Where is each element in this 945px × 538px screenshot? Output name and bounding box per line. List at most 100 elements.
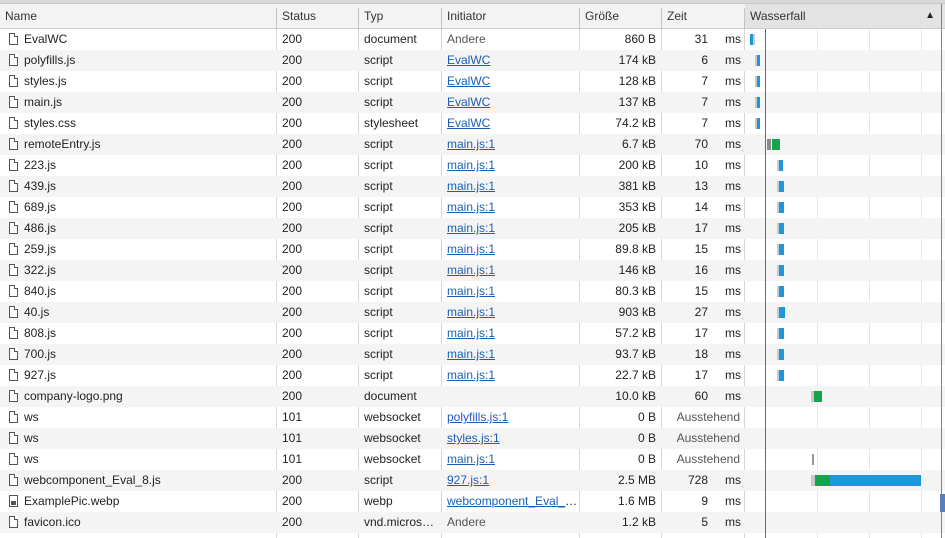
table-row[interactable]: ws 101 websocket polyfills.js:1 0 B Ausstehen… bbox=[0, 407, 945, 428]
request-status: 200 bbox=[282, 116, 303, 130]
request-type: script bbox=[364, 305, 393, 319]
initiator-link[interactable]: EvalWC bbox=[447, 53, 490, 67]
request-name[interactable]: EvalWC bbox=[0, 29, 276, 50]
request-type: script bbox=[364, 347, 393, 361]
request-name[interactable]: 486.js bbox=[0, 218, 276, 239]
table-row[interactable]: favicon.ico 200 vnd.microsoft.icon Andere 1.… bbox=[0, 512, 945, 533]
waterfall-bar bbox=[814, 391, 822, 402]
table-row[interactable]: 927.js 200 script main.js:1 22.7 kB 17 ms bbox=[0, 365, 945, 386]
request-time-pending: Ausstehend bbox=[676, 431, 740, 445]
initiator-link[interactable]: main.js:1 bbox=[447, 452, 495, 466]
table-row[interactable]: 700.js 200 script main.js:1 93.7 kB 18 ms bbox=[0, 344, 945, 365]
table-row[interactable]: 259.js 200 script main.js:1 89.8 kB 15 ms bbox=[0, 239, 945, 260]
request-name[interactable]: ExamplePic.webp bbox=[0, 491, 276, 512]
waterfall-bar bbox=[779, 307, 785, 318]
request-name[interactable]: ws bbox=[0, 407, 276, 428]
request-name[interactable]: 808.js bbox=[0, 323, 276, 344]
initiator-link[interactable]: EvalWC bbox=[447, 116, 490, 130]
column-header-name[interactable]: Name bbox=[0, 4, 276, 28]
request-name[interactable]: remoteEntry.js bbox=[0, 134, 276, 155]
initiator-link[interactable]: main.js:1 bbox=[447, 347, 495, 361]
request-type: script bbox=[364, 53, 393, 67]
table-row[interactable]: company-logo.png 200 document 10.0 kB 60 ms bbox=[0, 386, 945, 407]
request-name[interactable]: styles.css bbox=[0, 113, 276, 134]
initiator-text: Andere bbox=[447, 32, 486, 46]
initiator-link[interactable]: main.js:1 bbox=[447, 284, 495, 298]
initiator-link[interactable]: main.js:1 bbox=[447, 326, 495, 340]
table-row[interactable]: remoteEntry.js 200 script main.js:1 6.7 kB 70… bbox=[0, 134, 945, 155]
table-row[interactable]: 322.js 200 script main.js:1 146 kB 16 ms bbox=[0, 260, 945, 281]
initiator-link[interactable]: main.js:1 bbox=[447, 305, 495, 319]
initiator-link[interactable]: main.js:1 bbox=[447, 179, 495, 193]
request-name[interactable]: 840.js bbox=[0, 281, 276, 302]
request-name[interactable]: webcomponent_Eval_8.js bbox=[0, 470, 276, 491]
table-row[interactable]: styles.js 200 script EvalWC 128 kB 7 ms bbox=[0, 71, 945, 92]
column-header-size[interactable]: Größe bbox=[580, 4, 660, 28]
initiator-link[interactable]: main.js:1 bbox=[447, 221, 495, 235]
initiator-link[interactable]: main.js:1 bbox=[447, 158, 495, 172]
initiator-link[interactable]: main.js:1 bbox=[447, 368, 495, 382]
request-status: 200 bbox=[282, 179, 303, 193]
request-name[interactable]: 689.js bbox=[0, 197, 276, 218]
request-time-value: 10 bbox=[694, 158, 708, 172]
request-initiator: webcomponent_Eval_8.js:1 bbox=[442, 491, 578, 512]
initiator-link[interactable]: EvalWC bbox=[447, 95, 490, 109]
request-name[interactable]: 40.js bbox=[0, 302, 276, 323]
request-name[interactable]: 439.js bbox=[0, 176, 276, 197]
initiator-link[interactable]: 927.js:1 bbox=[447, 473, 489, 487]
table-row[interactable]: 223.js 200 script main.js:1 200 kB 10 ms bbox=[0, 155, 945, 176]
table-row[interactable]: polyfills.js 200 script EvalWC 174 kB 6 ms bbox=[0, 50, 945, 71]
column-header-waterfall-label: Wasserfall bbox=[750, 9, 806, 23]
table-row[interactable]: main.js 200 script EvalWC 137 kB 7 ms bbox=[0, 92, 945, 113]
request-name[interactable]: 927.js bbox=[0, 365, 276, 386]
request-name[interactable]: 322.js bbox=[0, 260, 276, 281]
request-initiator: main.js:1 bbox=[442, 134, 578, 155]
table-row[interactable]: 40.js 200 script main.js:1 903 kB 27 ms bbox=[0, 302, 945, 323]
table-row[interactable]: ws 101 websocket main.js:1 0 B Ausstehend bbox=[0, 449, 945, 470]
initiator-link[interactable]: polyfills.js:1 bbox=[447, 410, 508, 424]
initiator-link[interactable]: main.js:1 bbox=[447, 242, 495, 256]
table-row[interactable]: 689.js 200 script main.js:1 353 kB 14 ms bbox=[0, 197, 945, 218]
initiator-link[interactable]: main.js:1 bbox=[447, 137, 495, 151]
column-header-initiator[interactable]: Initiator bbox=[442, 4, 578, 28]
request-size: 57.2 kB bbox=[615, 326, 656, 340]
column-header-status[interactable]: Status bbox=[277, 4, 358, 28]
request-time: 728 ms bbox=[662, 470, 744, 491]
waterfall-cell bbox=[745, 176, 945, 197]
request-time-value: 9 bbox=[701, 494, 708, 508]
column-header-waterfall[interactable]: Wasserfall ▲ bbox=[745, 4, 945, 28]
request-name[interactable]: polyfills.js bbox=[0, 50, 276, 71]
waterfall-bar bbox=[779, 370, 784, 381]
table-row[interactable]: 808.js 200 script main.js:1 57.2 kB 17 ms bbox=[0, 323, 945, 344]
request-list: EvalWC 200 document Andere 860 B 31 ms polyfill… bbox=[0, 29, 945, 533]
table-row[interactable]: ws 101 websocket styles.js:1 0 B Ausstehend bbox=[0, 428, 945, 449]
request-name[interactable]: 259.js bbox=[0, 239, 276, 260]
initiator-link[interactable]: main.js:1 bbox=[447, 263, 495, 277]
request-name[interactable]: main.js bbox=[0, 92, 276, 113]
request-name[interactable]: company-logo.png bbox=[0, 386, 276, 407]
request-name[interactable]: ws bbox=[0, 449, 276, 470]
table-row[interactable]: 439.js 200 script main.js:1 381 kB 13 ms bbox=[0, 176, 945, 197]
request-name[interactable]: 700.js bbox=[0, 344, 276, 365]
table-row[interactable]: 840.js 200 script main.js:1 80.3 kB 15 ms bbox=[0, 281, 945, 302]
request-type: vnd.microsoft.icon bbox=[364, 515, 440, 529]
request-size: 174 kB bbox=[618, 53, 656, 67]
request-name[interactable]: favicon.ico bbox=[0, 512, 276, 533]
initiator-link[interactable]: webcomponent_Eval_8.js:1 bbox=[447, 494, 578, 508]
request-status: 200 bbox=[282, 53, 303, 67]
request-name[interactable]: 223.js bbox=[0, 155, 276, 176]
initiator-link[interactable]: styles.js:1 bbox=[447, 431, 500, 445]
request-name[interactable]: styles.js bbox=[0, 71, 276, 92]
waterfall-bar bbox=[779, 265, 784, 276]
initiator-link[interactable]: main.js:1 bbox=[447, 200, 495, 214]
scrollbar-thumb[interactable] bbox=[940, 494, 945, 512]
initiator-link[interactable]: EvalWC bbox=[447, 74, 490, 88]
table-row[interactable]: ExamplePic.webp 200 webp webcomponent_Eval_… bbox=[0, 491, 945, 512]
column-header-typ[interactable]: Typ bbox=[359, 4, 440, 28]
table-row[interactable]: styles.css 200 stylesheet EvalWC 74.2 kB 7 ms bbox=[0, 113, 945, 134]
column-header-time[interactable]: Zeit bbox=[662, 4, 744, 28]
table-row[interactable]: EvalWC 200 document Andere 860 B 31 ms bbox=[0, 29, 945, 50]
table-row[interactable]: webcomponent_Eval_8.js 200 script 927.js:1 2… bbox=[0, 470, 945, 491]
table-row[interactable]: 486.js 200 script main.js:1 205 kB 17 ms bbox=[0, 218, 945, 239]
request-name[interactable]: ws bbox=[0, 428, 276, 449]
